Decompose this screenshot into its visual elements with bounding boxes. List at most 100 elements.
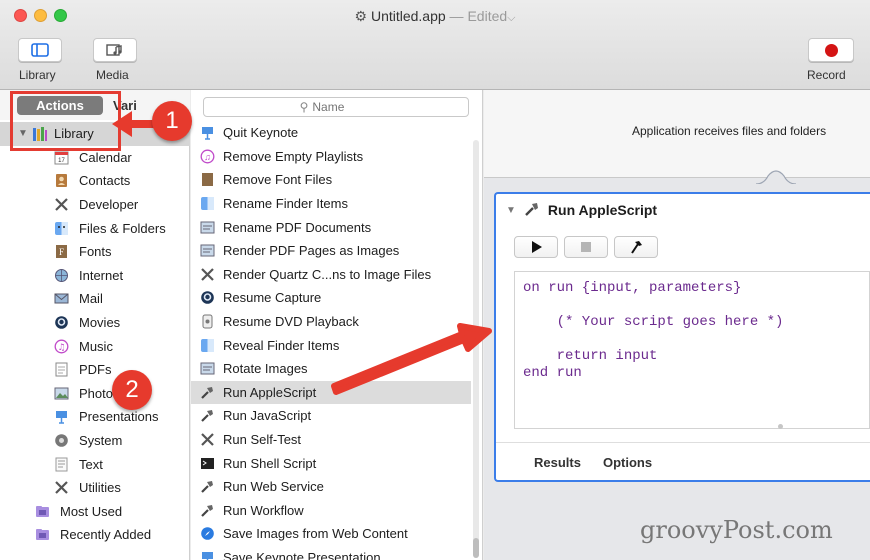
stop-script-button[interactable] <box>564 236 608 258</box>
action-item[interactable]: Render PDF Pages as Images <box>191 239 471 263</box>
watermark: groovyPost.com <box>640 516 833 544</box>
actions-scrollbar-track[interactable] <box>473 140 479 550</box>
action-item[interactable]: Save Keynote Presentation <box>191 546 471 560</box>
library-item-music[interactable]: ♫ Music <box>0 334 190 358</box>
stop-icon <box>581 242 591 252</box>
action-item-label: Quit Keynote <box>223 125 299 141</box>
run-script-button[interactable] <box>514 236 558 258</box>
library-item-photos[interactable]: Photos <box>0 382 190 406</box>
action-item-label: Rotate Images <box>223 361 308 377</box>
action-item[interactable]: Run Workflow <box>191 499 471 523</box>
action-item-label: Save Keynote Presentation <box>223 549 381 560</box>
action-item-label: Save Images from Web Content <box>223 526 408 542</box>
library-item-movies[interactable]: Movies <box>0 311 190 335</box>
tools-icon <box>199 432 215 448</box>
script-line: end run <box>523 365 582 381</box>
window-title-text: Untitled.app <box>370 8 446 24</box>
library-item-contacts[interactable]: Contacts <box>0 169 190 193</box>
svg-text:♫: ♫ <box>204 152 211 162</box>
window-title[interactable]: ⚙ Untitled.app — Edited⌵ <box>0 8 870 25</box>
keynote-icon <box>53 409 69 425</box>
tab-results[interactable]: Results <box>534 455 581 470</box>
tab-options[interactable]: Options <box>603 455 652 470</box>
library-item-internet[interactable]: Internet <box>0 264 190 288</box>
library-item-files-folders[interactable]: Files & Folders <box>0 216 190 240</box>
action-item[interactable]: Save Images from Web Content <box>191 522 471 546</box>
media-toolbar-button[interactable] <box>93 38 137 62</box>
actions-scrollbar-thumb[interactable] <box>473 538 479 558</box>
workflow-area[interactable]: Application receives files and folders ▼… <box>484 90 870 560</box>
action-item[interactable]: ♫ Remove Empty Playlists <box>191 145 471 169</box>
run-applescript-action-card[interactable]: ▼ Run AppleScript on run {input, paramet… <box>494 192 870 482</box>
globe-icon <box>53 267 69 283</box>
action-item[interactable]: Rotate Images <box>191 357 471 381</box>
action-item-label: Render Quartz C...ns to Image Files <box>223 266 432 282</box>
action-item[interactable]: Quit Keynote <box>191 121 471 145</box>
action-item[interactable]: Render Quartz C...ns to Image Files <box>191 263 471 287</box>
library-item-label: PDFs <box>79 362 112 378</box>
library-panel: Actions Variables ▼ Library 17Calendar C… <box>0 90 190 560</box>
annotation-badge-2: 2 <box>112 370 152 410</box>
title-bar: ⚙ Untitled.app — Edited⌵ Library Media R… <box>0 0 870 90</box>
action-item[interactable]: Resume Capture <box>191 286 471 310</box>
finder-icon <box>199 337 215 353</box>
action-item[interactable]: Run JavaScript <box>191 404 471 428</box>
sidebar-icon <box>31 43 49 57</box>
library-item-label: Presentations <box>79 409 159 425</box>
most-used-item[interactable]: Most Used <box>0 500 190 524</box>
library-item-text[interactable]: Text <box>0 452 190 476</box>
edited-status: Edited <box>467 8 508 24</box>
smart-folder-icon <box>34 503 50 519</box>
action-item[interactable]: Rename PDF Documents <box>191 215 471 239</box>
music-icon: ♫ <box>53 338 69 354</box>
svg-text:17: 17 <box>58 158 65 164</box>
fonts-icon: F <box>53 244 69 260</box>
library-item-label: Calendar <box>79 149 132 165</box>
action-card-tabs: Results Options <box>496 442 870 482</box>
automator-icon <box>199 361 215 377</box>
library-item-utilities[interactable]: Utilities <box>0 476 190 500</box>
library-item-system[interactable]: System <box>0 429 190 453</box>
action-item[interactable]: Resume DVD Playback <box>191 310 471 334</box>
calendar-icon: 17 <box>53 149 69 165</box>
library-item-developer[interactable]: Developer <box>0 193 190 217</box>
search-input[interactable] <box>312 100 373 114</box>
quicktime-icon <box>53 315 69 331</box>
resize-handle-icon[interactable] <box>778 424 783 429</box>
action-item-label: Run Self-Test <box>223 432 302 448</box>
action-item[interactable]: Run AppleScript <box>191 380 471 405</box>
collapse-triangle-icon[interactable]: ▼ <box>506 205 516 216</box>
script-line <box>523 331 861 348</box>
library-item-label: Movies <box>79 315 121 331</box>
library-toolbar-button[interactable] <box>18 38 62 62</box>
recently-added-item[interactable]: Recently Added <box>0 523 190 547</box>
tools-icon <box>199 266 215 282</box>
action-item[interactable]: Remove Font Files <box>191 168 471 192</box>
action-item[interactable]: Rename Finder Items <box>191 192 471 216</box>
utilities-icon <box>53 480 69 496</box>
smart-folder-icon <box>34 527 50 543</box>
record-button[interactable] <box>808 38 854 62</box>
action-item[interactable]: Run Shell Script <box>191 451 471 475</box>
library-item-label: Contacts <box>79 173 131 189</box>
action-item[interactable]: Reveal Finder Items <box>191 333 471 357</box>
hammer-icon <box>631 241 642 254</box>
search-icon: ⚲ <box>299 100 309 114</box>
action-item-label: Rename PDF Documents <box>223 219 372 235</box>
library-item-mail[interactable]: Mail <box>0 287 190 311</box>
title-chevron-icon: ⌵ <box>507 12 516 24</box>
action-item[interactable]: Run Self-Test <box>191 428 471 452</box>
action-item-label: Resume Capture <box>223 290 322 306</box>
action-item-label: Rename Finder Items <box>223 196 348 212</box>
automator-icon <box>199 219 215 235</box>
library-item-fonts[interactable]: F Fonts <box>0 240 190 264</box>
compile-script-button[interactable] <box>614 236 658 258</box>
script-line <box>523 297 861 314</box>
library-item-pdfs[interactable]: PDFs <box>0 358 190 382</box>
script-editor[interactable]: on run {input, parameters} (* Your scrip… <box>514 271 870 429</box>
library-item-label: Developer <box>79 197 139 213</box>
safari-icon <box>199 526 215 542</box>
search-field[interactable]: ⚲ <box>203 97 469 117</box>
library-item-presentations[interactable]: Presentations <box>0 405 190 429</box>
action-item[interactable]: Run Web Service <box>191 475 471 499</box>
